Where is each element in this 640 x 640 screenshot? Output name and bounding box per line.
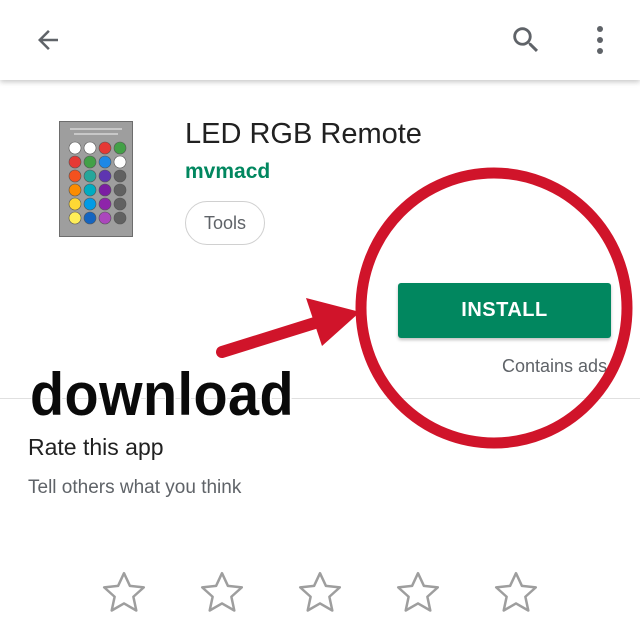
search-button[interactable] bbox=[502, 16, 550, 64]
rating-stars bbox=[0, 568, 640, 624]
pointer-arrow bbox=[216, 298, 360, 358]
arrow-left-icon bbox=[38, 30, 58, 50]
rate-app-subtitle: Tell others what you think bbox=[28, 477, 242, 498]
contains-ads-note: Contains ads bbox=[502, 356, 608, 376]
remote-control-image bbox=[68, 128, 127, 225]
category-chip[interactable]: Tools bbox=[185, 201, 265, 245]
back-button[interactable] bbox=[24, 18, 72, 62]
install-button[interactable]: INSTALL bbox=[398, 283, 611, 338]
more-options-button[interactable] bbox=[578, 16, 622, 64]
download-annotation-text: download bbox=[30, 361, 295, 428]
rate-app-title: Rate this app bbox=[28, 434, 164, 460]
star-outline-icon[interactable] bbox=[99, 568, 149, 618]
app-bar bbox=[0, 0, 640, 80]
star-outline-icon[interactable] bbox=[295, 568, 345, 618]
more-vert-icon bbox=[597, 26, 603, 54]
app-title: LED RGB Remote bbox=[185, 118, 422, 150]
app-icon[interactable] bbox=[59, 121, 133, 237]
star-outline-icon[interactable] bbox=[393, 568, 443, 618]
star-outline-icon[interactable] bbox=[491, 568, 541, 618]
developer-link[interactable]: mvmacd bbox=[185, 160, 270, 184]
star-outline-icon[interactable] bbox=[197, 568, 247, 618]
search-icon bbox=[513, 27, 539, 53]
